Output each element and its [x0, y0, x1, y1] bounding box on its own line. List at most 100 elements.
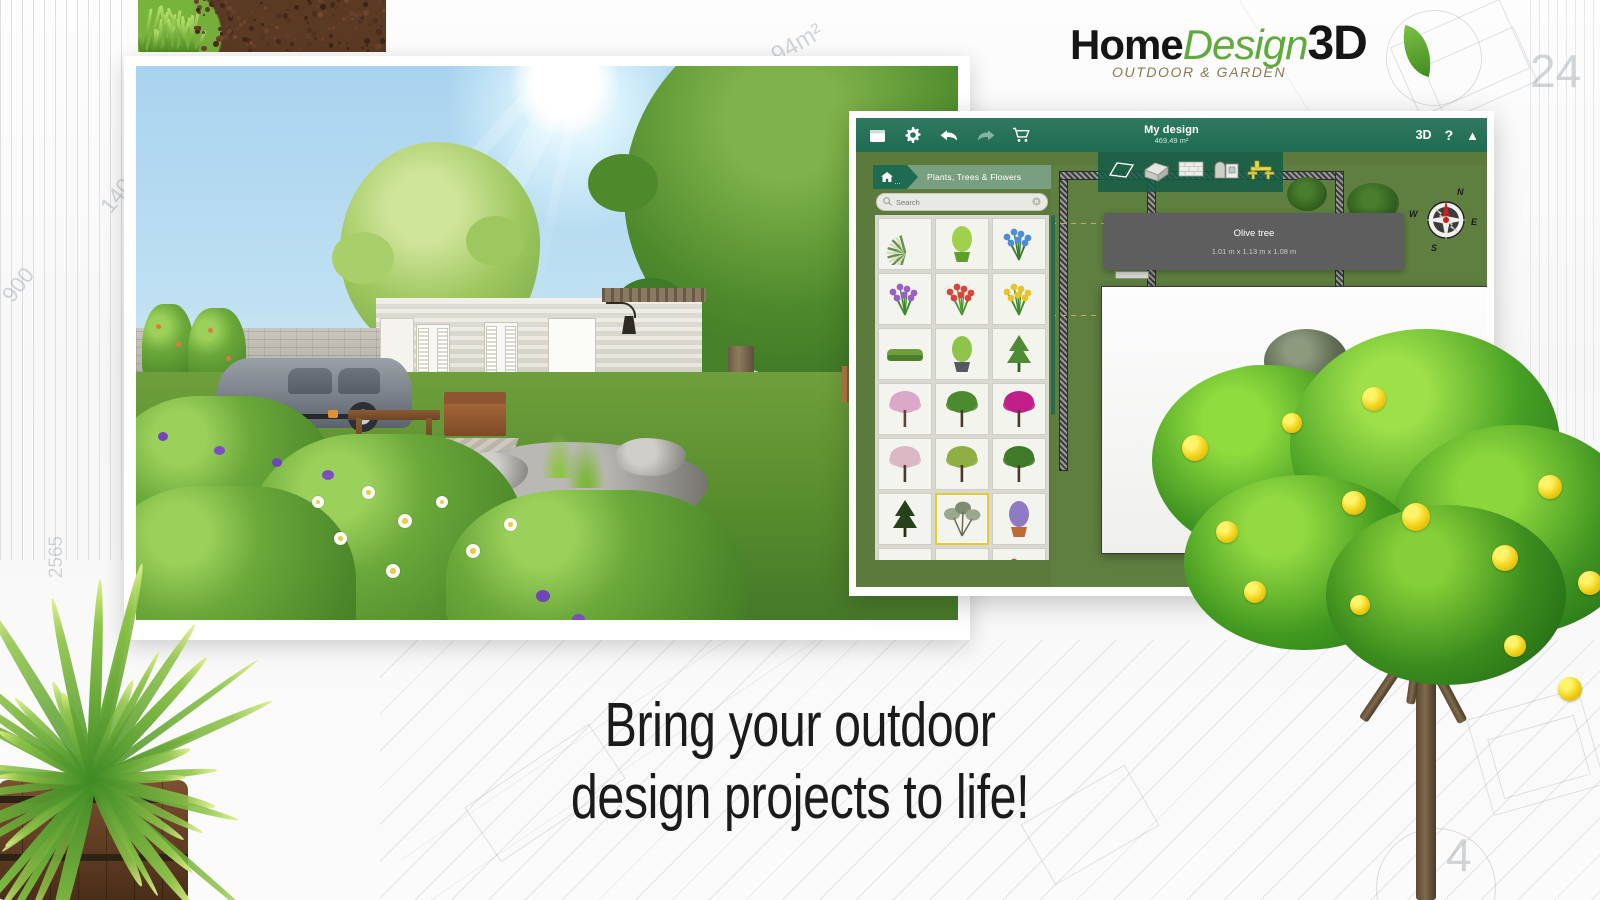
catalog-item-low-hedge[interactable]: [878, 548, 932, 560]
soil-speck: [318, 0, 323, 3]
catalog-item-red-mushroom-flowers[interactable]: [935, 273, 989, 325]
soil-speck: [199, 26, 201, 28]
category-wall[interactable]: [1176, 158, 1206, 186]
soil-speck: [336, 0, 338, 1]
purple-flower-2: [214, 446, 225, 455]
clear-icon[interactable]: [1032, 193, 1041, 211]
soil-speck: [249, 26, 255, 32]
low-hedge-thumbnail: [884, 553, 926, 560]
soil-speck: [257, 50, 260, 52]
soil-speck: [375, 44, 380, 49]
soil-speck: [382, 9, 385, 12]
agave-thumbnail: [884, 223, 926, 265]
soil-speck: [305, 33, 311, 39]
project-area: 469.49 m²: [1144, 137, 1199, 145]
catalog-grid: [875, 215, 1049, 560]
soil-speck: [306, 21, 309, 24]
compass-label-north: N: [1457, 187, 1464, 197]
undo-icon[interactable]: [934, 120, 964, 150]
purple-flower-5: [536, 590, 550, 602]
catalog-item-hedge-row[interactable]: [878, 328, 932, 380]
collapse-toolbar-button[interactable]: ▲: [1466, 128, 1479, 143]
category-plan[interactable]: [1106, 158, 1136, 186]
soil-speck: [314, 37, 317, 40]
soil-speck: [366, 44, 368, 46]
catalog-item-conifer-cone[interactable]: [992, 328, 1046, 380]
object-dimensions: 1.01 m x 1.13 m x 1.08 m: [1212, 247, 1297, 256]
soil-speck: [239, 23, 243, 27]
soil-speck: [243, 20, 246, 23]
catalog-search-bar[interactable]: [876, 193, 1048, 211]
catalog-item-dark-green-tree[interactable]: [992, 438, 1046, 490]
soil-speck: [220, 3, 225, 8]
soil-speck: [357, 8, 360, 11]
catalog-item-purple-crocus[interactable]: [878, 273, 932, 325]
soil-speck: [260, 35, 265, 40]
category-openings[interactable]: [1211, 158, 1241, 186]
catalog-item-potted-lavender[interactable]: [992, 493, 1046, 545]
soil-speck: [304, 16, 308, 20]
catalog-item-magenta-tree[interactable]: [992, 383, 1046, 435]
trimmed-hedge-thumbnail: [941, 553, 983, 560]
catalog-panel: ... Plants, Trees & Flowers: [873, 165, 1051, 587]
car-indicator: [328, 410, 338, 418]
catalog-item-green-tree[interactable]: [935, 383, 989, 435]
category-furniture[interactable]: [1246, 158, 1276, 186]
daisy-2: [398, 514, 412, 528]
oak-tree-leaf-1: [332, 232, 394, 284]
category-room[interactable]: [1141, 158, 1171, 186]
soil-speck: [304, 50, 308, 52]
projects-icon[interactable]: [862, 120, 892, 150]
lemon-fruit-8: [1350, 595, 1370, 615]
settings-gear-icon[interactable]: [898, 120, 928, 150]
purple-crocus-thumbnail: [884, 278, 926, 320]
blue-flowers-thumbnail: [998, 223, 1040, 265]
catalog-item-pink-blossom-tree[interactable]: [878, 383, 932, 435]
soil-speck: [290, 42, 294, 46]
home-breadcrumb-icon[interactable]: ...: [873, 165, 907, 189]
lemon-fruit-3: [1342, 491, 1366, 515]
view-mode-3d-button[interactable]: 3D: [1416, 128, 1432, 142]
oak-tree-leaf-2: [466, 216, 524, 266]
soil-speck: [253, 19, 255, 21]
soil-speck: [344, 0, 349, 3]
catalog-item-olive-green-tree[interactable]: [935, 438, 989, 490]
catalog-item-olive-tree[interactable]: [935, 493, 989, 545]
purple-flower-3: [272, 458, 282, 467]
soil-speck: [332, 14, 335, 17]
catalog-item-potted-fern[interactable]: [935, 218, 989, 270]
category-strip: [1098, 152, 1283, 192]
catalog-item-agave[interactable]: [878, 218, 932, 270]
catalog-item-trimmed-hedge[interactable]: [935, 548, 989, 560]
search-input[interactable]: [896, 198, 1032, 207]
catalog-title: Plants, Trees & Flowers: [927, 172, 1021, 182]
soil-speck: [380, 25, 383, 28]
pine-tree-thumbnail: [884, 498, 926, 540]
soil-speck: [320, 4, 326, 10]
redo-icon[interactable]: [970, 120, 1000, 150]
soil-speck: [361, 46, 364, 49]
brand-logo: HomeDesign3D OUTDOOR & GARDEN: [1070, 22, 1430, 102]
soil-speck: [229, 34, 232, 37]
project-title: My design: [1144, 125, 1199, 137]
shopping-cart-icon[interactable]: [1006, 120, 1036, 150]
garden-bench: [444, 402, 506, 436]
help-button[interactable]: ?: [1445, 127, 1454, 143]
catalog-scrollbar[interactable]: [1051, 215, 1055, 415]
catalog-header: ... Plants, Trees & Flowers: [873, 165, 1051, 189]
hedge-row-thumbnail: [884, 333, 926, 375]
logo-home-text: Home: [1070, 21, 1183, 68]
catalog-item-potted-bamboo[interactable]: [935, 328, 989, 380]
catalog-item-yellow-daffodils[interactable]: [992, 273, 1046, 325]
soil-speck: [261, 23, 264, 26]
potted-bamboo-thumbnail: [941, 333, 983, 375]
soil-speck: [318, 12, 323, 17]
soil-speck: [220, 36, 225, 41]
catalog-item-pale-pink-tree[interactable]: [878, 438, 932, 490]
soil-speck: [253, 48, 256, 51]
catalog-item-blue-flowers[interactable]: [992, 218, 1046, 270]
front-hedge-3: [446, 490, 746, 620]
catalog-item-flower-bush[interactable]: [992, 548, 1046, 560]
catalog-item-pine-tree[interactable]: [878, 493, 932, 545]
soil-speck: [294, 38, 296, 40]
